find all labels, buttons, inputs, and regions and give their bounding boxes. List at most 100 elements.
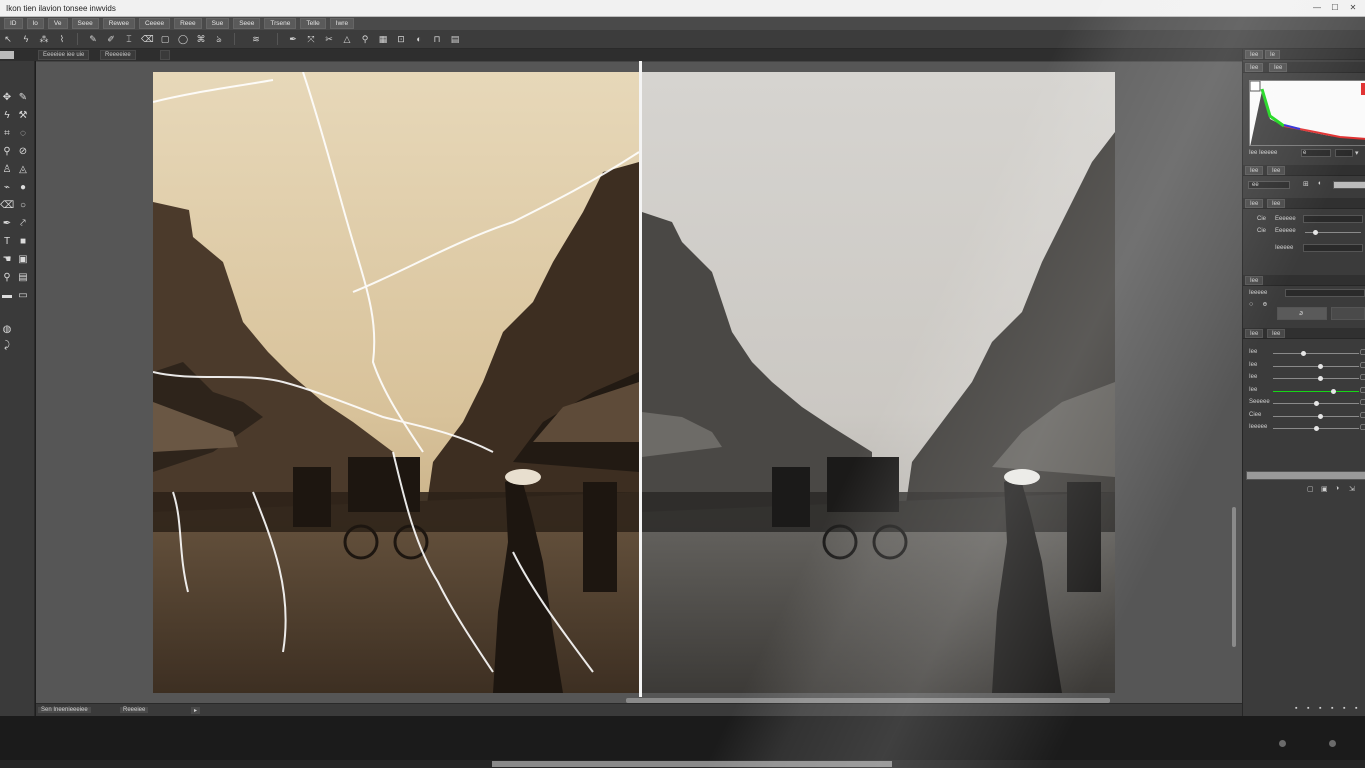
- menu-item-10[interactable]: Trsene: [264, 18, 297, 29]
- path-tool-icon[interactable]: ⤤: [16, 217, 30, 231]
- histogram-menu-icon[interactable]: ▾: [1355, 149, 1359, 157]
- adjustment-reset-icon[interactable]: ▢: [1360, 411, 1365, 419]
- adjustment-slider-knob[interactable]: [1331, 389, 1336, 394]
- ellipse-tool-icon[interactable]: ○: [16, 199, 30, 213]
- tab-section-d1[interactable]: Iee: [1245, 329, 1264, 338]
- adjustment-slider-knob[interactable]: [1314, 401, 1319, 406]
- stamp-icon[interactable]: ⌶: [123, 33, 135, 45]
- menu-item-4[interactable]: Seee: [71, 18, 99, 29]
- clone-icon[interactable]: ⊡: [395, 33, 407, 45]
- gradient-icon[interactable]: ≋: [244, 33, 268, 45]
- menu-item-6[interactable]: Ceeee: [138, 18, 171, 29]
- eraser-tool-icon[interactable]: ⌫: [0, 199, 14, 213]
- bottom-icon-2[interactable]: ▪: [1307, 705, 1309, 712]
- dropper-icon[interactable]: ⚲: [359, 33, 371, 45]
- patch-icon[interactable]: ⌘: [195, 33, 207, 45]
- pen-tool-icon[interactable]: ✒: [0, 217, 14, 231]
- pen-icon[interactable]: ✒: [287, 33, 299, 45]
- ellipse-select-icon[interactable]: ◯: [177, 33, 189, 45]
- menu-item-7[interactable]: Reee: [174, 18, 202, 29]
- minimize-button[interactable]: —: [1311, 3, 1323, 13]
- tab-section-b1[interactable]: Iee: [1245, 199, 1264, 208]
- spot-heal-tool-icon[interactable]: ⊘: [16, 145, 30, 159]
- tab-panel-1[interactable]: Iee: [1245, 50, 1264, 59]
- new-layer-icon[interactable]: ▢: [1307, 485, 1314, 493]
- document-tab-1[interactable]: Eeeeiee iee uie: [38, 50, 90, 60]
- adjustment-slider-track[interactable]: [1273, 391, 1359, 392]
- stamp-tool-icon[interactable]: ♙: [0, 163, 14, 177]
- quick-select-tool-icon[interactable]: ⚒: [16, 109, 30, 123]
- zoom-out-icon[interactable]: ⊞: [1303, 180, 1309, 188]
- dodge-tool-icon[interactable]: ●: [16, 181, 30, 195]
- menu-item-8[interactable]: Sue: [205, 18, 230, 29]
- move-tool-icon[interactable]: ✥: [0, 91, 14, 105]
- screen-mode-icon[interactable]: ▤: [16, 271, 30, 285]
- adjustment-reset-icon[interactable]: ▢: [1360, 361, 1365, 369]
- mask-icon[interactable]: ◐: [413, 33, 425, 45]
- menu-item-1[interactable]: ID: [4, 18, 23, 29]
- adjustment-reset-icon[interactable]: ▢: [1360, 398, 1365, 406]
- panel-options-icon[interactable]: ⇲: [1349, 485, 1355, 493]
- bottom-icon-4[interactable]: ▪: [1331, 705, 1333, 712]
- adjustment-reset-icon[interactable]: ▢: [1360, 373, 1365, 381]
- magic-wand-icon[interactable]: ⁂: [38, 33, 50, 45]
- adjustment-slider-knob[interactable]: [1318, 364, 1323, 369]
- menu-item-12[interactable]: Iwre: [329, 18, 355, 29]
- text-tool-icon[interactable]: T: [0, 235, 14, 249]
- adjustment-reset-icon[interactable]: ▢: [1360, 423, 1365, 431]
- histogram-channel-field[interactable]: [1335, 149, 1353, 157]
- tab-section-a2[interactable]: Iee: [1267, 166, 1286, 175]
- link-icon[interactable]: ɵ: [1263, 301, 1267, 308]
- status-menu-icon[interactable]: ▸: [191, 707, 201, 714]
- adjustment-slider-knob[interactable]: [1318, 414, 1323, 419]
- zoom-in-icon[interactable]: ◐: [1318, 180, 1322, 187]
- background-color-icon[interactable]: ▭: [16, 289, 30, 303]
- group-icon[interactable]: ▣: [1321, 485, 1328, 493]
- zoom-tool-icon[interactable]: ⚲: [0, 271, 14, 285]
- crop-icon[interactable]: ✂: [323, 33, 335, 45]
- menu-item-3[interactable]: Ve: [47, 18, 68, 29]
- maximize-button[interactable]: ☐: [1329, 3, 1341, 13]
- frame-tool-icon[interactable]: ◌: [16, 127, 30, 141]
- compare-divider-handle[interactable]: [639, 61, 642, 697]
- grid-icon[interactable]: ▦: [377, 33, 389, 45]
- shape-tool-icon[interactable]: ■: [16, 235, 30, 249]
- brush-tool-icon[interactable]: ✎: [16, 91, 30, 105]
- zoom-field[interactable]: [0, 51, 14, 59]
- tab-panel-2[interactable]: Ie: [1265, 50, 1281, 59]
- control-b2-knob[interactable]: [1313, 230, 1318, 235]
- layers-icon[interactable]: ▤: [449, 33, 461, 45]
- rectangle-select-icon[interactable]: ▢: [159, 33, 171, 45]
- tab-section-a1[interactable]: Iee: [1245, 166, 1264, 175]
- tab-section-b2[interactable]: Iee: [1267, 199, 1286, 208]
- adjustment-slider-knob[interactable]: [1314, 426, 1319, 431]
- eyedropper-tool-icon[interactable]: ⚲: [0, 145, 14, 159]
- smudge-icon[interactable]: ঌ: [213, 33, 225, 45]
- bottom-icon-3[interactable]: ▪: [1319, 705, 1321, 712]
- tab-navigator[interactable]: Iee: [1269, 63, 1288, 72]
- tab-section-c[interactable]: Iee: [1245, 276, 1264, 285]
- tab-section-d2[interactable]: Iee: [1267, 329, 1286, 338]
- tab-histogram[interactable]: Iee: [1245, 63, 1264, 72]
- bottom-icon-6[interactable]: ▪: [1355, 705, 1357, 712]
- adjustment-reset-icon[interactable]: ▢: [1360, 348, 1365, 356]
- vertical-scrollbar[interactable]: [1232, 507, 1236, 647]
- lasso-tool-icon[interactable]: ϟ: [0, 109, 14, 123]
- blur-tool-icon[interactable]: ◬: [16, 163, 30, 177]
- menu-item-9[interactable]: Seee: [233, 18, 261, 29]
- foreground-color-icon[interactable]: ▬: [0, 289, 14, 303]
- adjustment-slider-track[interactable]: [1273, 378, 1359, 379]
- adjustment-slider-knob[interactable]: [1301, 351, 1306, 356]
- adjustment-slider-knob[interactable]: [1318, 376, 1323, 381]
- quick-mask-icon[interactable]: ◍: [0, 323, 14, 337]
- tray-indicator-2[interactable]: [1329, 740, 1336, 747]
- bottom-scroll-indicator[interactable]: [492, 761, 892, 767]
- pencil-icon[interactable]: ✐: [105, 33, 117, 45]
- document-tab-2[interactable]: Reeeeiee: [100, 50, 136, 60]
- adjustment-slider-track[interactable]: [1273, 416, 1359, 417]
- bottom-icon-5[interactable]: ▪: [1343, 705, 1345, 712]
- adjustment-icon[interactable]: ◑: [1335, 485, 1339, 492]
- swap-icon[interactable]: ⤸: [0, 339, 14, 353]
- tab-close-icon[interactable]: [160, 50, 170, 60]
- arrow-icon[interactable]: ↖: [2, 33, 14, 45]
